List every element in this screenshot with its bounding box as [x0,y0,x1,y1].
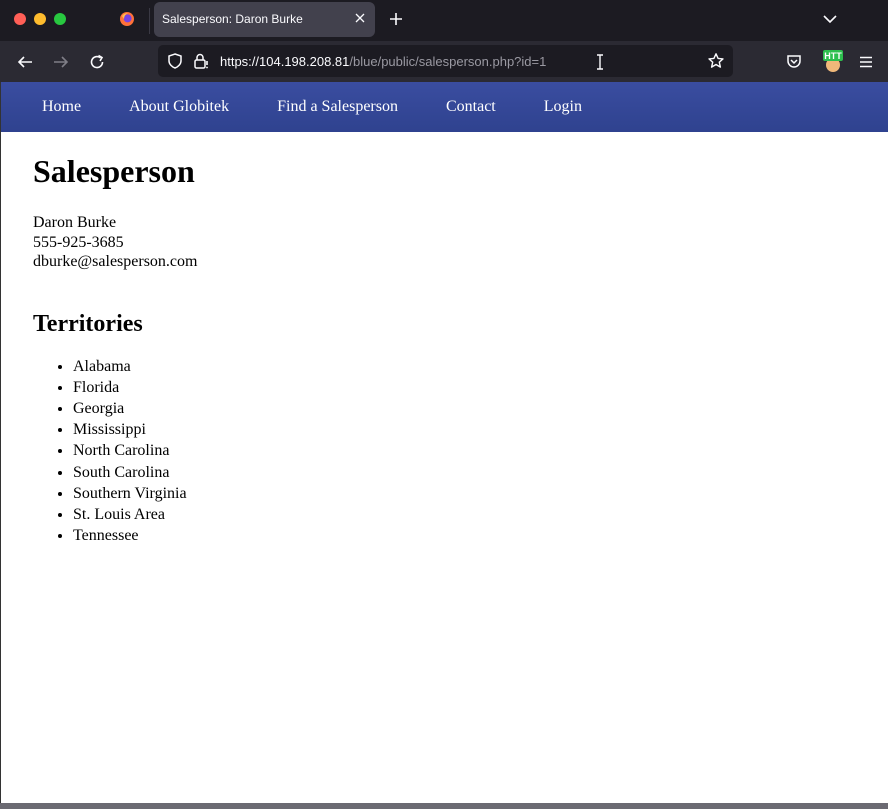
chevron-down-icon[interactable] [822,12,838,26]
extension-icon[interactable]: HTT [822,49,844,73]
territory-item: Georgia [73,398,856,419]
active-tab[interactable]: Salesperson: Daron Burke [154,2,375,37]
hamburger-menu-icon[interactable] [857,53,875,71]
close-tab-icon[interactable] [354,12,366,24]
svg-text:HTT: HTT [824,51,842,61]
forward-arrow-icon[interactable] [52,53,70,71]
territory-item: Mississippi [73,419,856,440]
url-host: https://104.198.208.81 [220,54,350,69]
tab-separator [149,8,150,34]
url-text[interactable]: https://104.198.208.81/blue/public/sales… [220,54,546,69]
nav-link-find-a-salesperson[interactable]: Find a Salesperson [277,82,398,132]
territory-item: Southern Virginia [73,483,856,504]
page-title: Salesperson [33,153,195,189]
window-maximize-button[interactable] [54,13,66,25]
nav-toolbar: https://104.198.208.81/blue/public/sales… [0,41,888,82]
reload-icon[interactable] [88,53,106,71]
nav-link-about-globitek[interactable]: About Globitek [129,82,229,132]
site-nav: Home About Globitek Find a Salesperson C… [1,82,888,132]
territory-item: South Carolina [73,462,856,483]
url-path: /blue/public/salesperson.php?id=1 [349,54,547,69]
window-close-button[interactable] [14,13,26,25]
window-minimize-button[interactable] [34,13,46,25]
territories-list: Alabama Florida Georgia Mississippi Nort… [33,356,856,547]
territory-item: Tennessee [73,525,856,546]
tab-strip: Salesperson: Daron Burke [0,0,888,41]
page-viewport: Home About Globitek Find a Salesperson C… [0,82,888,803]
nav-link-login[interactable]: Login [544,82,582,132]
shield-icon[interactable] [166,52,184,70]
territory-item: Alabama [73,356,856,377]
window-bottom-edge [0,803,888,809]
nav-link-contact[interactable]: Contact [446,82,496,132]
salesperson-name: Daron Burke [33,214,117,231]
territories-heading: Territories [33,310,143,337]
salesperson-phone: 555-925-3685 [33,233,124,251]
pocket-icon[interactable] [785,53,803,71]
firefox-icon[interactable] [119,11,135,27]
territory-item: Florida [73,377,856,398]
insecure-lock-icon[interactable] [192,52,210,70]
main-content: Salesperson Daron Burke 555-925-3685 dbu… [1,153,888,546]
salesperson-info: Daron Burke 555-925-3685 dburke@salesper… [33,213,856,272]
salesperson-email: dburke@salesperson.com [33,253,198,270]
back-arrow-icon[interactable] [16,53,34,71]
bookmark-star-icon[interactable] [707,52,725,70]
text-cursor-icon [597,54,603,70]
territory-item: St. Louis Area [73,504,856,525]
territory-item: North Carolina [73,440,856,461]
url-bar[interactable]: https://104.198.208.81/blue/public/sales… [158,45,733,77]
tab-title: Salesperson: Daron Burke [162,12,303,26]
new-tab-icon[interactable] [388,11,404,27]
nav-link-home[interactable]: Home [42,82,81,132]
